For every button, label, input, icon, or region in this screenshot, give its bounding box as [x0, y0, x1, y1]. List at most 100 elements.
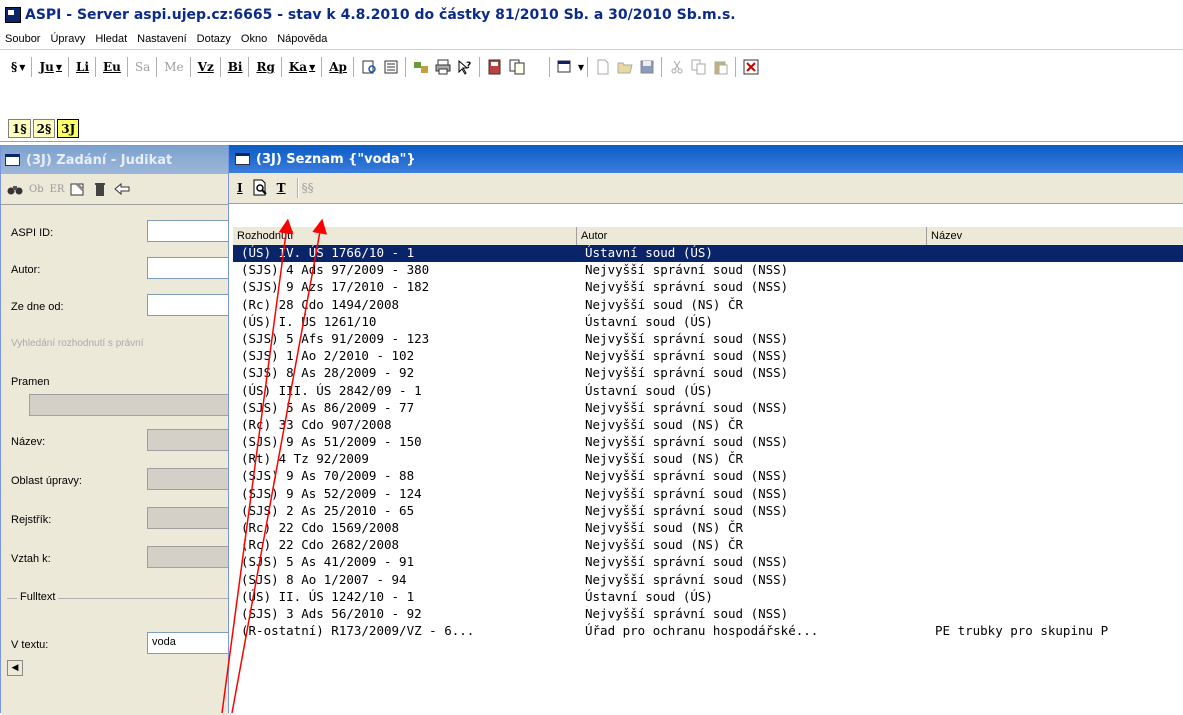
aspi-id-input[interactable] — [147, 220, 237, 242]
table-row[interactable]: (Rc) 22 Cdo 1569/2008 Nejvyšší soud (NS) … — [233, 520, 1183, 537]
table-row[interactable]: (SJS) 9 As 52/2009 - 124 Nejvyšší správní… — [233, 486, 1183, 503]
paste-icon[interactable] — [713, 59, 729, 75]
toolbar-vz-button[interactable]: Vz — [195, 56, 217, 78]
chevron-down-icon[interactable]: ▼ — [56, 63, 62, 72]
copy-icon[interactable] — [691, 59, 707, 75]
table-row[interactable]: (SJS) 2 As 25/2010 - 65 Nejvyšší správní … — [233, 503, 1183, 520]
menu-bar: Soubor Úpravy Hledat Nastavení Dotazy Ok… — [0, 29, 1183, 50]
window-layout-icon[interactable] — [557, 59, 573, 75]
table-row[interactable]: (ÚS) IV. ÚS 1766/10 - 1 Ústavní soud (ÚS) — [233, 245, 1183, 263]
print-icon[interactable] — [435, 59, 451, 75]
results-window-titlebar[interactable]: (3J) Seznam {"voda"} — [229, 145, 1183, 173]
table-row[interactable]: (Rc) 22 Cdo 2682/2008 Nejvyšší soud (NS) … — [233, 537, 1183, 554]
tab-2-paragraph[interactable]: 2§ — [32, 119, 56, 138]
nazev-input[interactable] — [147, 429, 237, 451]
menu-soubor[interactable]: Soubor — [0, 33, 45, 45]
cell-rozhodnuti: (SJS) 9 As 52/2009 - 124 — [241, 485, 422, 501]
chevron-down-icon[interactable]: ▼ — [578, 63, 584, 72]
new-document-icon[interactable] — [595, 59, 611, 75]
toolbar-bi-button[interactable]: Bi — [225, 56, 246, 78]
menu-dotazy[interactable]: Dotazy — [192, 33, 236, 45]
table-row[interactable]: (SJS) 1 Ao 2/2010 - 102 Nejvyšší správní … — [233, 348, 1183, 365]
open-folder-icon[interactable] — [617, 59, 633, 75]
table-row[interactable]: (Rc) 33 Cdo 907/2008 Nejvyšší soud (NS) Č… — [233, 417, 1183, 434]
column-header-nazev[interactable]: Název — [927, 227, 1183, 245]
toolbar-li-button[interactable]: Li — [73, 56, 92, 78]
table-row[interactable]: (ÚS) II. ÚS 1242/10 - 1 Ústavní soud (ÚS) — [233, 589, 1183, 606]
copy-doc-icon[interactable] — [509, 59, 525, 75]
ze-dne-input[interactable] — [147, 294, 237, 316]
paragraphs-button[interactable]: §§ — [302, 181, 314, 195]
cell-nazev — [927, 572, 1183, 589]
trash-icon[interactable] — [92, 181, 108, 197]
table-row[interactable]: (SJS) 8 Ao 1/2007 - 94 Nejvyšší správní s… — [233, 572, 1183, 589]
menu-okno[interactable]: Okno — [236, 33, 272, 45]
toolbar-me-button[interactable]: Me — [161, 56, 186, 78]
properties-icon[interactable] — [70, 181, 86, 197]
help-icon[interactable]: ? — [457, 59, 473, 75]
table-row[interactable]: (SJS) 4 Ads 97/2009 - 380 Nejvyšší správn… — [233, 262, 1183, 279]
table-row[interactable]: (Rc) 28 Cdo 1494/2008 Nejvyšší soud (NS) … — [233, 297, 1183, 314]
cell-autor: Nejvyšší soud (NS) ČR — [585, 537, 744, 553]
table-row[interactable]: (SJS) 5 As 41/2009 - 91 Nejvyšší správní … — [233, 554, 1183, 571]
info-button[interactable]: I — [237, 181, 243, 195]
toolbar-ka-button[interactable]: Ka ▼ — [286, 56, 318, 78]
autor-input[interactable] — [147, 257, 237, 279]
toolbar-ju-button[interactable]: Ju ▼ — [36, 56, 65, 78]
back-arrow-icon[interactable] — [114, 181, 130, 197]
menu-napoveda[interactable]: Nápověda — [272, 33, 332, 45]
query-window-titlebar[interactable]: (3J) Zadání - Judikat — [1, 146, 231, 174]
table-row[interactable]: (Rt) 4 Tz 92/2009 Nejvyšší soud (NS) ČR — [233, 451, 1183, 468]
rejstrik-input[interactable] — [147, 507, 237, 529]
oblast-input[interactable] — [147, 468, 237, 490]
menu-nastaveni[interactable]: Nastavení — [132, 33, 192, 45]
table-row[interactable]: (SJS) 8 As 28/2009 - 92 Nejvyšší správní … — [233, 365, 1183, 382]
toolbar-paragraph-button[interactable]: § ▼ — [8, 56, 28, 78]
tab-3-judikat[interactable]: 3J — [57, 119, 80, 138]
column-header-autor[interactable]: Autor — [577, 227, 927, 245]
column-header-rozhodnuti[interactable]: Rozhodnutí — [233, 227, 577, 245]
text-button[interactable]: T — [277, 181, 286, 195]
table-row[interactable]: (SJS) 9 Azs 17/2010 - 182 Nejvyšší správn… — [233, 279, 1183, 296]
ob-button[interactable]: Ob — [29, 184, 44, 195]
menu-upravy[interactable]: Úpravy — [45, 33, 90, 45]
menu-hledat[interactable]: Hledat — [90, 33, 132, 45]
oblast-label: Oblast úpravy: — [11, 475, 82, 487]
toolbar-ka-label: Ka — [288, 60, 308, 74]
tree-icon[interactable] — [413, 59, 429, 75]
cell-rozhodnuti: (Rc) 22 Cdo 1569/2008 — [241, 520, 400, 535]
er-button[interactable]: ER — [50, 184, 65, 195]
toolbar-sa-button[interactable]: Sa — [132, 56, 153, 78]
toolbar-ap-button[interactable]: Ap — [326, 56, 350, 78]
toolbar-separator — [189, 57, 192, 77]
table-row[interactable]: (SJS) 9 As 70/2009 - 88 Nejvyšší správní … — [233, 468, 1183, 485]
cell-autor: Nejvyšší soud (NS) ČR — [585, 416, 744, 432]
cell-nazev — [927, 554, 1183, 571]
chevron-down-icon[interactable]: ▼ — [309, 63, 315, 72]
toolbar-separator — [156, 57, 159, 77]
search-document-icon[interactable] — [361, 59, 377, 75]
vztah-input[interactable] — [147, 546, 237, 568]
table-row[interactable]: (SJS) 9 As 51/2009 - 150 Nejvyšší správní… — [233, 434, 1183, 451]
toolbar-rg-button[interactable]: Rg — [253, 56, 277, 78]
table-row[interactable]: (ÚS) I. ÚS 1261/10 Ústavní soud (ÚS) — [233, 314, 1183, 331]
table-row[interactable]: (SJS) 3 Ads 56/2010 - 92 Nejvyšší správní… — [233, 606, 1183, 623]
cut-icon[interactable] — [669, 59, 685, 75]
scroll-left-button[interactable]: ◀ — [7, 660, 23, 676]
binoculars-icon[interactable] — [7, 181, 23, 197]
pramen-input[interactable] — [29, 394, 239, 416]
window-icon — [235, 153, 250, 165]
chevron-down-icon[interactable]: ▼ — [19, 63, 25, 72]
list-icon[interactable] — [383, 59, 399, 75]
close-window-icon[interactable] — [743, 59, 759, 75]
book-icon[interactable] — [487, 59, 503, 75]
toolbar-eu-button[interactable]: Eu — [100, 56, 124, 78]
table-row[interactable]: (ÚS) III. ÚS 2842/09 - 1 Ústavní soud (ÚS… — [233, 383, 1183, 400]
table-row[interactable]: (SJS) 5 As 86/2009 - 77 Nejvyšší správní … — [233, 400, 1183, 417]
table-row[interactable]: (SJS) 5 Afs 91/2009 - 123 Nejvyšší správn… — [233, 331, 1183, 348]
table-row[interactable]: (R-ostatní) R173/2009/VZ - 6... Úřad pro … — [233, 623, 1183, 640]
tab-1-paragraph[interactable]: 1§ — [8, 119, 31, 138]
preview-icon[interactable] — [251, 179, 269, 197]
save-icon[interactable] — [639, 59, 655, 75]
v-textu-input[interactable]: voda — [147, 632, 237, 654]
